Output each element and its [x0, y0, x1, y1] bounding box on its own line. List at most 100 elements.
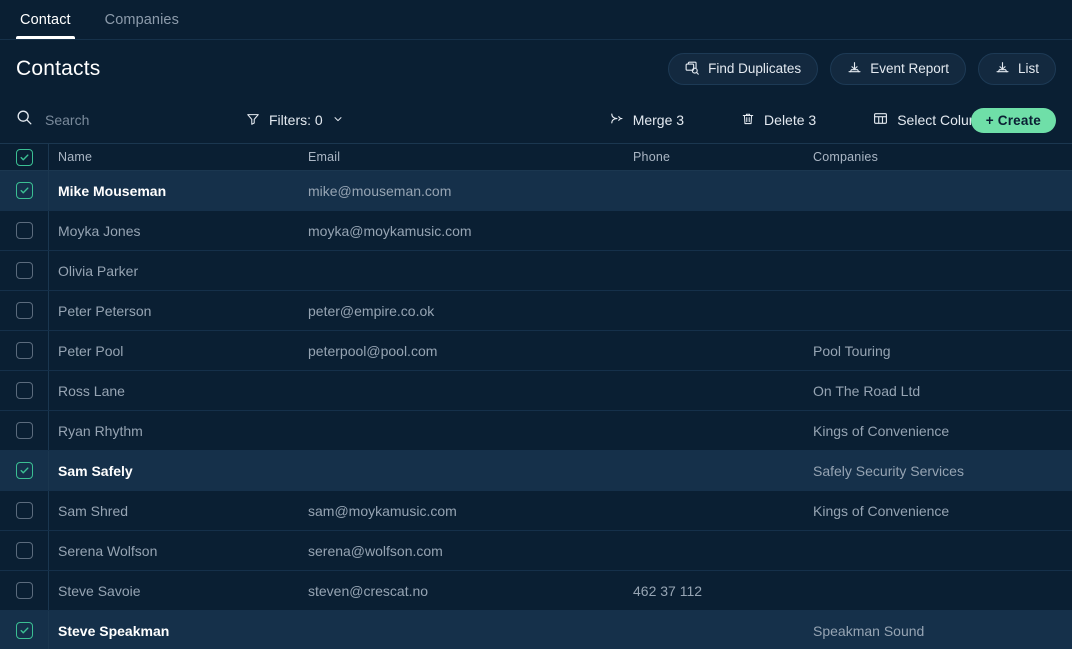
tab-bar: Contact Companies: [0, 0, 1072, 40]
table-row[interactable]: Peter Peterson peter@empire.co.ok: [0, 291, 1072, 331]
row-select-cell: [0, 331, 49, 370]
search-input[interactable]: [45, 112, 231, 128]
delete-label: Delete 3: [764, 112, 817, 128]
column-header-phone[interactable]: Phone: [624, 150, 804, 164]
cell-name: Peter Peterson: [58, 302, 152, 319]
table-row[interactable]: Peter Pool peterpool@pool.com Pool Touring: [0, 331, 1072, 371]
select-all-checkbox[interactable]: [15, 148, 33, 166]
search-box[interactable]: [16, 109, 231, 131]
row-checkbox[interactable]: [15, 302, 33, 319]
delete-button[interactable]: Delete 3: [741, 112, 816, 129]
row-select-cell: [0, 531, 49, 570]
cell-companies: Safely Security Services: [813, 462, 964, 479]
filter-icon: [246, 112, 260, 129]
cell-email: steven@crescat.no: [308, 582, 429, 599]
row-checkbox[interactable]: [15, 382, 33, 399]
page-header: Contacts Find Duplicates Event Report Li…: [0, 40, 1072, 97]
cell-email: serena@wolfson.com: [308, 542, 443, 559]
row-checkbox[interactable]: [15, 542, 33, 559]
merge-button[interactable]: Merge 3: [609, 111, 684, 129]
create-button[interactable]: + Create: [970, 107, 1056, 133]
cell-companies: Speakman Sound: [813, 622, 925, 639]
table-row[interactable]: Moyka Jones moyka@moykamusic.com: [0, 211, 1072, 251]
cell-name: Ross Lane: [58, 382, 125, 399]
table-body: Mike Mouseman mike@mouseman.com Moyka Jone…: [0, 171, 1072, 649]
table-row[interactable]: Ryan Rhythm Kings of Convenience: [0, 411, 1072, 451]
page-title: Contacts: [16, 56, 101, 80]
find-duplicates-label: Find Duplicates: [708, 61, 802, 76]
table-row[interactable]: Steve Speakman Speakman Sound: [0, 611, 1072, 649]
cell-email: mike@mouseman.com: [308, 182, 452, 199]
row-select-cell: [0, 211, 49, 250]
cell-name: Olivia Parker: [58, 262, 139, 279]
row-checkbox[interactable]: [15, 262, 33, 279]
row-checkbox[interactable]: [15, 502, 33, 519]
row-select-cell: [0, 451, 49, 490]
cell-name: Ryan Rhythm: [58, 422, 143, 439]
table-row[interactable]: Sam Shred sam@moykamusic.com Kings of Conv…: [0, 491, 1072, 531]
header-actions: Find Duplicates Event Report List: [668, 52, 1056, 85]
row-select-cell: [0, 491, 49, 530]
cell-name: Mike Mouseman: [58, 182, 167, 199]
row-checkbox[interactable]: [15, 622, 33, 639]
column-header-name[interactable]: Name: [49, 150, 299, 164]
table-row[interactable]: Steve Savoie steven@crescat.no 462 37 112: [0, 571, 1072, 611]
event-report-label: Event Report: [870, 61, 949, 76]
row-checkbox[interactable]: [15, 462, 33, 479]
cell-email: moyka@moykamusic.com: [308, 222, 472, 239]
cell-email: peter@empire.co.ok: [308, 302, 435, 319]
filters-dropdown[interactable]: Filters: 0: [246, 112, 344, 129]
cell-name: Steve Savoie: [58, 582, 141, 599]
row-checkbox[interactable]: [15, 422, 33, 439]
row-checkbox[interactable]: [15, 342, 33, 359]
filters-label: Filters: 0: [269, 112, 323, 128]
cell-phone: 462 37 112: [633, 582, 703, 599]
cell-name: Sam Safely: [58, 462, 133, 479]
download-icon: [847, 61, 862, 76]
cell-email: sam@moykamusic.com: [308, 502, 457, 519]
cell-name: Steve Speakman: [58, 622, 170, 639]
select-all-cell: [0, 144, 49, 170]
tab-companies[interactable]: Companies: [101, 0, 183, 39]
row-select-cell: [0, 291, 49, 330]
cell-name: Moyka Jones: [58, 222, 141, 239]
merge-label: Merge 3: [632, 112, 685, 128]
table-row[interactable]: Serena Wolfson serena@wolfson.com: [0, 531, 1072, 571]
row-checkbox[interactable]: [15, 222, 33, 239]
cell-companies: On The Road Ltd: [813, 382, 921, 399]
table-row[interactable]: Olivia Parker: [0, 251, 1072, 291]
trash-icon: [741, 112, 755, 129]
tab-companies-label: Companies: [104, 11, 179, 28]
cell-name: Peter Pool: [58, 342, 124, 359]
search-icon: [16, 109, 33, 131]
cell-name: Serena Wolfson: [58, 542, 158, 559]
tab-contact[interactable]: Contact: [16, 0, 75, 39]
column-header-companies[interactable]: Companies: [804, 150, 1072, 164]
table-toolbar: Filters: 0 Merge 3 Delete: [0, 97, 1072, 143]
list-button[interactable]: List: [977, 52, 1056, 85]
find-duplicates-icon: [685, 61, 700, 76]
row-checkbox[interactable]: [15, 182, 33, 199]
download-icon: [995, 61, 1010, 76]
row-checkbox[interactable]: [15, 582, 33, 599]
column-header-email[interactable]: Email: [299, 150, 624, 164]
contacts-table: Name Email Phone Companies Mike Mouseman…: [0, 143, 1072, 649]
row-select-cell: [0, 251, 49, 290]
event-report-button[interactable]: Event Report: [830, 52, 966, 85]
row-select-cell: [0, 171, 49, 210]
row-select-cell: [0, 411, 49, 450]
merge-icon: [609, 111, 624, 129]
find-duplicates-button[interactable]: Find Duplicates: [668, 52, 819, 85]
cell-email: peterpool@pool.com: [308, 342, 438, 359]
cell-companies: Pool Touring: [813, 342, 891, 359]
table-row[interactable]: Sam Safely Safely Security Services: [0, 451, 1072, 491]
table-row[interactable]: Mike Mouseman mike@mouseman.com: [0, 171, 1072, 211]
chevron-down-icon: [332, 112, 344, 128]
table-row[interactable]: Ross Lane On The Road Ltd: [0, 371, 1072, 411]
row-select-cell: [0, 371, 49, 410]
cell-companies: Kings of Convenience: [813, 422, 950, 439]
cell-companies: Kings of Convenience: [813, 502, 950, 519]
list-label: List: [1017, 61, 1039, 76]
table-header-row: Name Email Phone Companies: [0, 144, 1072, 171]
row-select-cell: [0, 611, 49, 649]
